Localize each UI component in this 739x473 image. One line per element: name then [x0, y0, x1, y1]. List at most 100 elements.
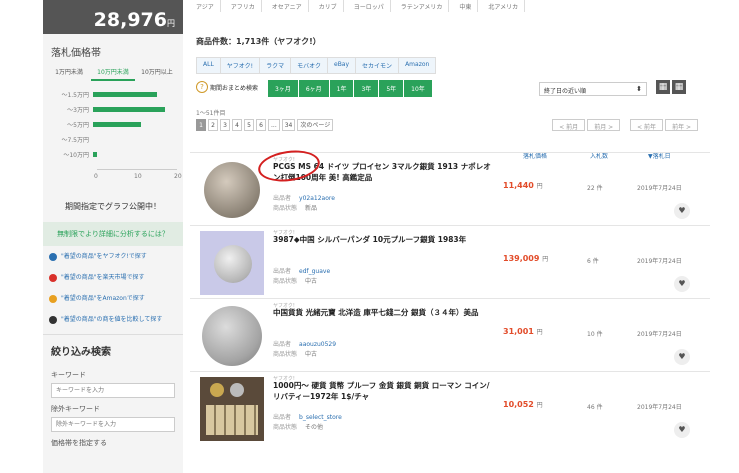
seller-link[interactable]: b_select_store: [299, 414, 342, 421]
item-bids: 10 件: [587, 329, 603, 338]
view-toggle: ▦ ▦: [656, 80, 686, 94]
heart-icon[interactable]: ♥: [674, 349, 690, 365]
item-date: 2019年7月24日: [637, 331, 682, 338]
condition-value: 中古: [305, 278, 318, 285]
premium-analysis-link[interactable]: 無制限でより詳細に分析するには？: [43, 222, 183, 246]
result-count: 商品件数：1,713件（ヤフオク!）: [196, 37, 321, 46]
pagination: 1 2 3 4 5 6 ... 34 次のページ < 前月 前月 > < 前年 …: [196, 119, 710, 135]
sort-select-value: 終了日の近い順: [544, 88, 587, 95]
range-tab[interactable]: 1万円未満: [47, 64, 91, 81]
link-text: "着望の商品"の商を値を比較して探す: [61, 316, 163, 323]
chart-x-axis: [97, 169, 177, 170]
store-tab-mobaoku[interactable]: モバオク: [290, 57, 328, 74]
period-buttons: 3ヶ月 6ヶ月 1年 3年 5年 10年: [268, 80, 433, 97]
condition-row: 商品状態 中古: [273, 276, 317, 285]
next-page-link[interactable]: 次のページ: [297, 119, 334, 131]
chart-bar-row: 〜1.5万円: [47, 89, 157, 99]
period-6-months-button[interactable]: 6ヶ月: [298, 80, 330, 97]
condition-row: 商品状態 中古: [273, 349, 317, 358]
item-thumbnail[interactable]: [200, 158, 264, 222]
store-tabs: ALL ヤフオク! ラクマ モバオク eBay セカイモン Amazon: [196, 57, 710, 74]
seller-label: 出品者: [273, 341, 292, 348]
heart-icon[interactable]: ♥: [674, 422, 690, 438]
item-title-link[interactable]: 3987◆中国 シルバーパンダ 10元プルーフ銀貨 1983年: [273, 235, 493, 246]
exclude-keyword-input[interactable]: [51, 417, 175, 432]
sort-select[interactable]: 終了日の近い順 ⬍: [539, 82, 647, 96]
page-link[interactable]: 5: [244, 119, 254, 131]
period-3-years-button[interactable]: 3年: [354, 80, 380, 97]
period-5-years-button[interactable]: 5年: [379, 80, 405, 97]
page-link[interactable]: 4: [232, 119, 242, 131]
app-root: 28,976円 落札価格帯 1万円未満 10万円未満 10万円以上 〜1.5万円…: [0, 0, 739, 473]
item-date: 2019年7月24日: [637, 185, 682, 192]
item-price: 10,052 円: [503, 400, 543, 409]
search-amazon-link[interactable]: "着望の商品"をAmazonで探す: [43, 288, 183, 309]
keyword-input[interactable]: [51, 383, 175, 398]
search-yahoo-link[interactable]: "着望の商品"をヤフオク!で探す: [43, 246, 183, 267]
store-tab-all[interactable]: ALL: [196, 57, 221, 74]
item-thumbnail[interactable]: [200, 304, 264, 368]
chart-bar-row: 〜10万円: [47, 149, 97, 159]
period-1-year-button[interactable]: 1年: [329, 80, 355, 97]
price-value: 11,440: [503, 181, 534, 190]
store-tab-rakuma[interactable]: ラクマ: [259, 57, 292, 74]
seller-link[interactable]: aaouzu0529: [299, 341, 336, 348]
help-icon[interactable]: ?: [196, 81, 208, 93]
average-price-unit: 円: [167, 19, 175, 28]
seller-row: 出品者 edf_guave: [273, 266, 330, 275]
seller-link[interactable]: y02a12aore: [299, 195, 335, 202]
region-tab[interactable]: オセアニア: [266, 0, 309, 12]
region-tab[interactable]: 中東: [453, 0, 479, 12]
bids-value: 10: [587, 331, 595, 338]
keyword-label: キーワード: [51, 371, 86, 379]
next-month-button[interactable]: 前月 >: [587, 119, 621, 131]
search-controls: ? 期間おまとめ検索 3ヶ月 6ヶ月 1年 3年 5年 10年 終了日の近い順 …: [196, 80, 710, 102]
page-link[interactable]: 1: [196, 119, 206, 131]
region-tab[interactable]: ヨーロッパ: [348, 0, 391, 12]
item-title-link[interactable]: 1000円〜 硬貨 貨幣 プルーフ 金貨 銀貨 銅貨 ローマン コイン/リバティ…: [273, 381, 493, 403]
item-title-link[interactable]: 中国貨貨 光緒元寶 北洋造 庫平七錢二分 銀貨（３４年）美品: [273, 308, 493, 319]
page-link[interactable]: 6: [256, 119, 266, 131]
item-thumbnail[interactable]: [200, 377, 264, 441]
narrow-search-heading: 絞り込み検索: [43, 334, 183, 364]
result-item[interactable]: ヤフオク! 3987◆中国 シルバーパンダ 10元プルーフ銀貨 1983年 出品者 e…: [190, 225, 710, 298]
result-item[interactable]: ヤフオク! 1000円〜 硬貨 貨幣 プルーフ 金貨 銀貨 銅貨 ローマン コイン…: [190, 371, 710, 444]
region-tab[interactable]: ラテンアメリカ: [395, 0, 450, 12]
link-text: "着望の商品"をヤフオク!で探す: [61, 253, 147, 260]
item-thumbnail[interactable]: [200, 231, 264, 295]
bids-value: 22: [587, 185, 595, 192]
seller-link[interactable]: edf_guave: [299, 268, 330, 275]
price-unit: 円: [536, 402, 543, 409]
store-tab-ebay[interactable]: eBay: [327, 57, 357, 74]
prev-year-button[interactable]: < 前年: [630, 119, 664, 131]
result-item[interactable]: ヤフオク! 中国貨貨 光緒元寶 北洋造 庫平七錢二分 銀貨（３４年）美品 出品者 aa…: [190, 298, 710, 371]
period-3-months-button[interactable]: 3ヶ月: [268, 80, 299, 97]
region-tab[interactable]: カリブ: [313, 0, 344, 12]
search-rakuten-link[interactable]: "着望の商品"を楽天市場で探す: [43, 267, 183, 288]
result-range: 1〜51件目: [196, 110, 226, 117]
condition-label: 商品状態: [273, 351, 298, 358]
price-distribution-chart: 〜1.5万円 〜3万円 〜5万円 〜7.5万円 〜10万円 0 10 20: [47, 87, 182, 197]
region-tab[interactable]: アフリカ: [225, 0, 262, 12]
store-tab-amazon[interactable]: Amazon: [398, 57, 437, 74]
tile-view-icon[interactable]: ▦: [672, 80, 686, 94]
store-tab-sekaimon[interactable]: セカイモン: [355, 57, 400, 74]
region-tab[interactable]: アジア: [190, 0, 221, 12]
page-link[interactable]: 34: [281, 119, 296, 131]
range-tab[interactable]: 10万円未満: [91, 64, 135, 81]
grid-view-icon[interactable]: ▦: [656, 80, 670, 94]
heart-icon[interactable]: ♥: [674, 276, 690, 292]
main-content: アジア アフリカ オセアニア カリブ ヨーロッパ ラテンアメリカ 中東 北アメリ…: [190, 0, 710, 473]
condition-value: その他: [305, 424, 324, 431]
period-10-years-button[interactable]: 10年: [404, 80, 433, 97]
condition-row: 商品状態 その他: [273, 422, 323, 431]
range-tab[interactable]: 10万円以上: [135, 64, 179, 81]
store-tab-yahoo[interactable]: ヤフオク!: [219, 57, 261, 74]
page-link[interactable]: 3: [220, 119, 230, 131]
next-year-button[interactable]: 前年 >: [665, 119, 698, 131]
compare-price-link[interactable]: "着望の商品"の商を値を比較して探す: [43, 309, 183, 330]
page-link[interactable]: 2: [208, 119, 218, 131]
heart-icon[interactable]: ♥: [674, 203, 690, 219]
region-tab[interactable]: 北アメリカ: [482, 0, 526, 12]
prev-month-button[interactable]: < 前月: [552, 119, 586, 131]
